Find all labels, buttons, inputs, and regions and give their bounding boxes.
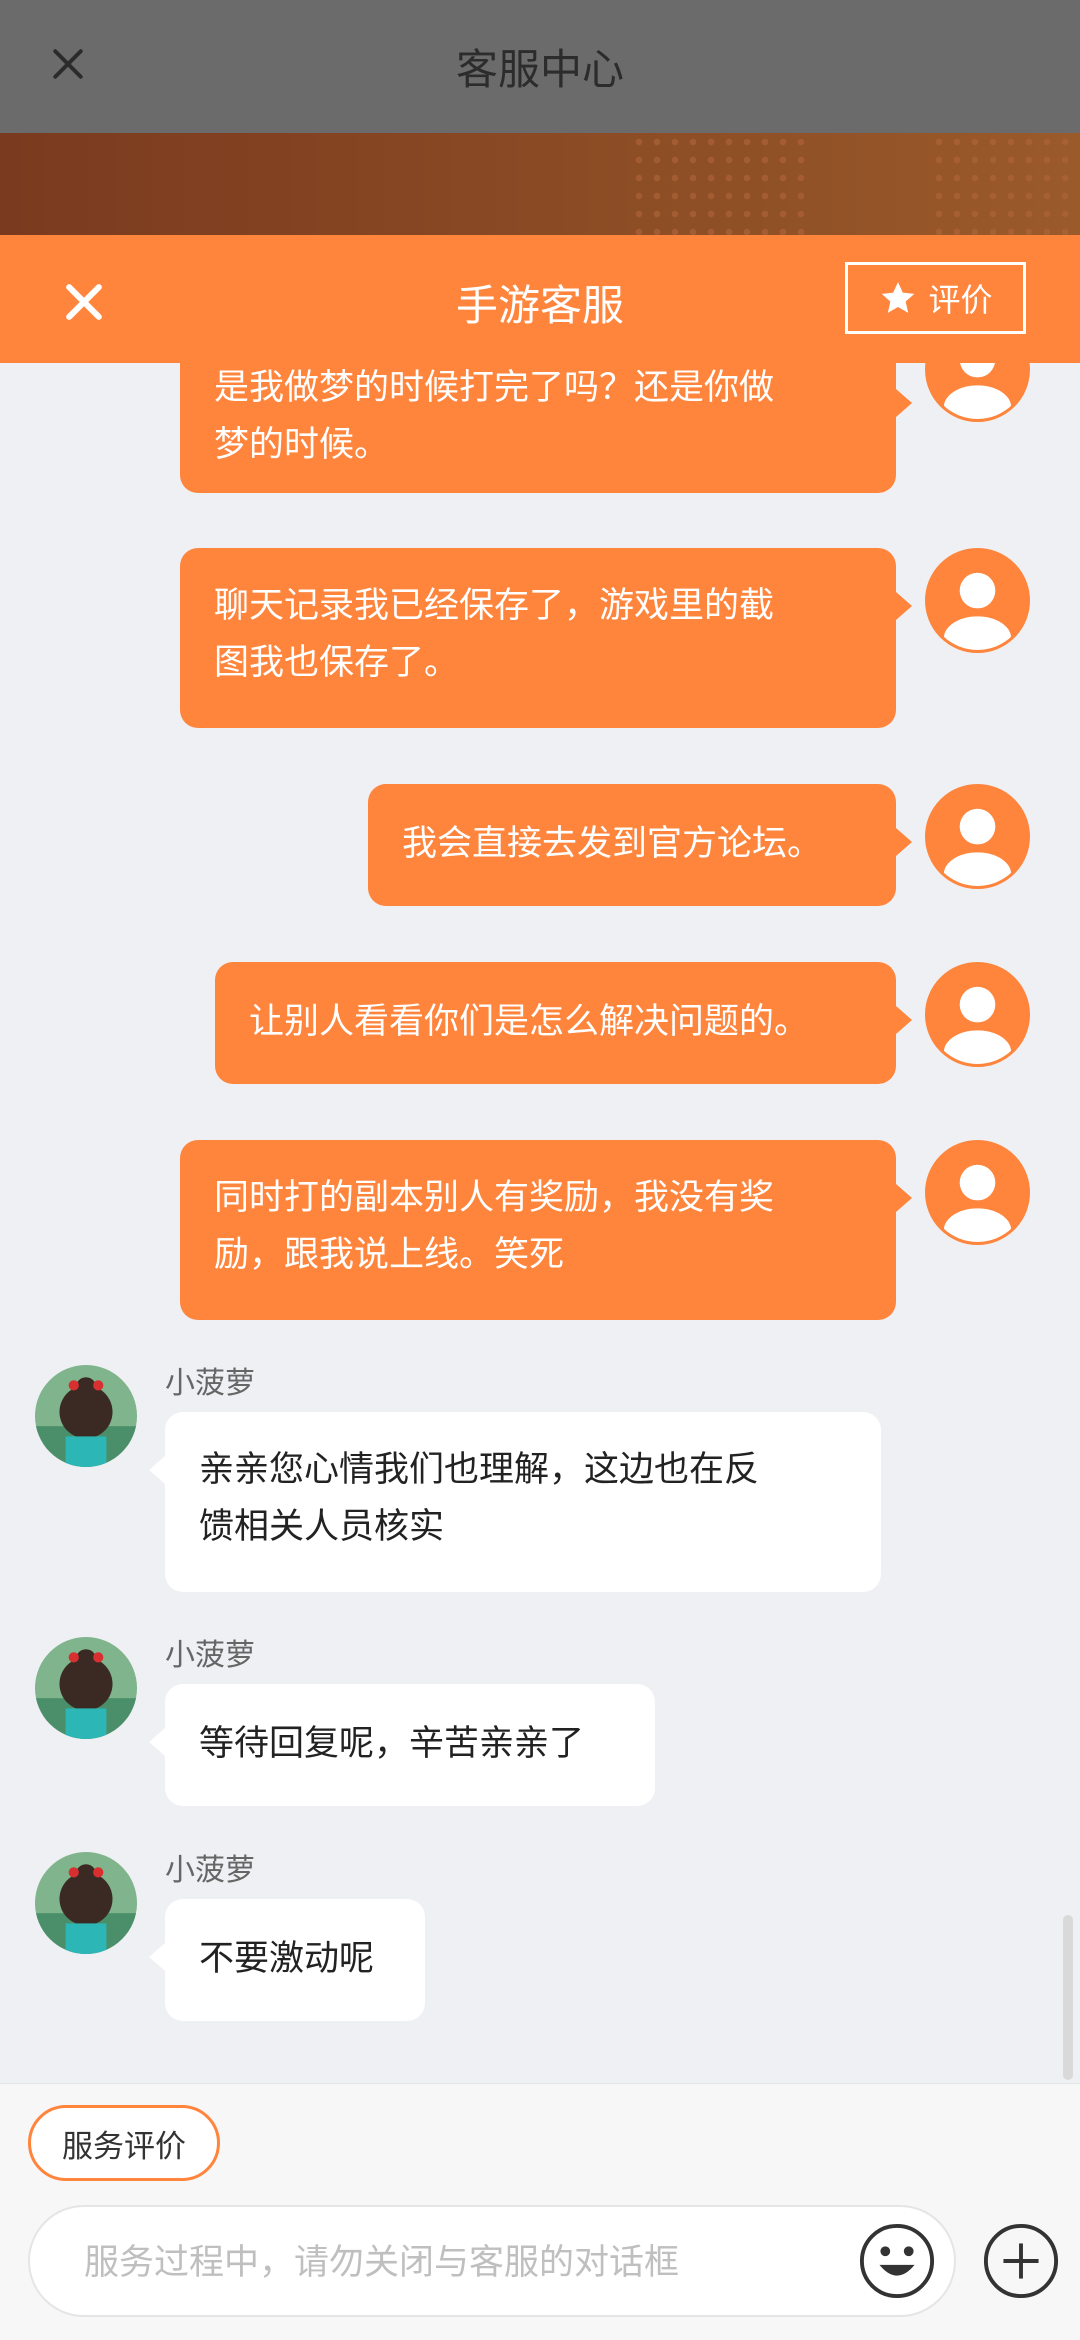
message-line: 等待回复呢，辛苦亲亲了 (199, 1724, 585, 1764)
agent-name: 小菠萝 (165, 1638, 255, 1673)
user-avatar-icon (943, 808, 1012, 886)
agent-avatar-image (35, 1637, 137, 1739)
message-line: 不要激动呢 (199, 1939, 375, 1979)
emoji-button[interactable] (858, 2222, 936, 2300)
user-avatar[interactable] (925, 962, 1030, 1067)
user-avatar[interactable] (925, 1140, 1030, 1245)
plus-icon (983, 2223, 1059, 2299)
message-line: 聊天记录我已经保存了，游戏里的截 (214, 586, 775, 626)
agent-message: 等待回复呢，辛苦亲亲了 (149, 1684, 655, 1806)
plus-button[interactable] (982, 2222, 1060, 2300)
star-icon (882, 282, 915, 313)
banner-decoration (930, 133, 1080, 235)
user-message: 同时打的副本别人有奖励，我没有奖 励，跟我说上线。笑死 (180, 1140, 912, 1320)
message-line: 图我也保存了。 (214, 643, 460, 683)
user-avatar[interactable] (925, 548, 1030, 653)
agent-avatar-image (35, 1852, 137, 1954)
message-input[interactable] (82, 2237, 862, 2289)
rate-button-label: 评价 (928, 281, 993, 319)
rate-button[interactable]: 评价 (845, 262, 1026, 334)
emoji-icon (859, 2223, 935, 2299)
scrollbar-thumb[interactable] (1063, 1915, 1073, 2080)
message-line: 亲亲您心情我们也理解，这边也在反 (199, 1450, 760, 1490)
banner-decoration (630, 133, 810, 235)
service-rating-button[interactable]: 服务评价 (28, 2105, 220, 2181)
user-message: 我会直接去发到官方论坛。 (368, 784, 912, 906)
background-title-bar: 客服中心 (0, 0, 1080, 133)
message-line: 同时打的副本别人有奖励，我没有奖 (214, 1178, 775, 1218)
agent-avatar[interactable] (35, 1365, 137, 1467)
user-message: 让别人看看你们是怎么解决问题的。 (215, 962, 912, 1084)
user-avatar-icon (943, 572, 1012, 650)
message-line: 让别人看看你们是怎么解决问题的。 (249, 1002, 810, 1042)
agent-name: 小菠萝 (165, 1366, 255, 1401)
user-avatar[interactable] (925, 784, 1030, 889)
message-line: 励，跟我说上线。笑死 (214, 1235, 565, 1275)
background-page-title: 客服中心 (455, 45, 624, 94)
agent-avatar-image (35, 1365, 137, 1467)
message-line: 是我做梦的时候打完了吗？还是你做 (214, 368, 775, 408)
agent-name: 小菠萝 (165, 1853, 255, 1888)
message-line: 梦的时候。 (214, 425, 390, 465)
agent-avatar[interactable] (35, 1637, 137, 1739)
user-message: 是我做梦的时候打完了吗？还是你做 梦的时候。 (180, 345, 912, 493)
message-line: 馈相关人员核实 (199, 1507, 445, 1547)
message-input-container[interactable] (28, 2205, 956, 2317)
user-avatar-icon (943, 1164, 1012, 1242)
agent-message: 不要激动呢 (149, 1899, 425, 2021)
agent-message: 亲亲您心情我们也理解，这边也在反 馈相关人员核实 (149, 1412, 881, 1592)
agent-avatar[interactable] (35, 1852, 137, 1954)
background-banner (0, 133, 1080, 235)
message-line: 我会直接去发到官方论坛。 (402, 824, 823, 864)
user-avatar-icon (943, 986, 1012, 1064)
user-message: 聊天记录我已经保存了，游戏里的截 图我也保存了。 (180, 548, 912, 728)
